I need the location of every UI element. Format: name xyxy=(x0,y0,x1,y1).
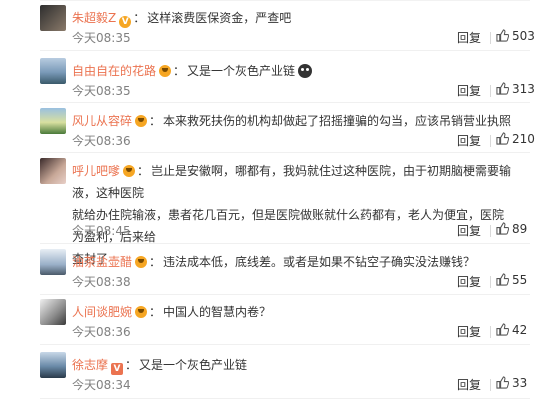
reply-button[interactable]: 回复 xyxy=(457,323,481,340)
comment-time: 今天08:34 xyxy=(72,378,131,392)
comment-divider xyxy=(40,294,530,295)
avatar[interactable] xyxy=(40,58,66,84)
avatar[interactable] xyxy=(40,5,66,31)
comment-meta: 今天08:45 回复 89 xyxy=(72,222,532,240)
thumbs-up-icon xyxy=(496,222,509,235)
meta-divider xyxy=(490,276,491,288)
vip-badge-icon: V xyxy=(111,363,124,375)
avatar[interactable] xyxy=(40,108,66,134)
comment-text-line: 油茶盐壶醋：违法成本低，底线差。或者是如果不钻空子确实没法赚钱？ xyxy=(72,255,476,269)
comment-time: 今天08:36 xyxy=(72,325,131,339)
comment-body: 又是一个灰色产业链 xyxy=(139,358,248,372)
like-count: 503 xyxy=(512,29,535,43)
meta-divider xyxy=(490,326,491,338)
avatar[interactable] xyxy=(40,158,66,184)
comment-meta: 今天08:35 回复 503 xyxy=(72,29,535,47)
user-badge-icon xyxy=(123,165,136,177)
comment-time: 今天08:45 xyxy=(72,224,131,238)
vip-badge-icon: V xyxy=(119,16,132,28)
thumbs-up-icon xyxy=(496,273,509,286)
comment-divider xyxy=(40,152,530,153)
thumbs-up-icon xyxy=(496,323,509,336)
comment-meta: 今天08:35 回复 313 xyxy=(72,82,535,100)
like-button[interactable]: 55 xyxy=(496,273,527,287)
username-link[interactable]: 风儿从容碎 xyxy=(72,114,132,128)
thumbs-up-icon xyxy=(496,376,509,389)
comment-divider xyxy=(40,344,530,345)
comment-text-line: 人间谈肥婉：中国人的智慧内卷？ xyxy=(72,305,272,319)
avatar[interactable] xyxy=(40,249,66,275)
like-count: 313 xyxy=(512,82,535,96)
like-count: 55 xyxy=(512,273,528,287)
comment-time: 今天08:35 xyxy=(72,84,131,98)
comment-meta: 今天08:38 回复 55 xyxy=(72,273,532,291)
like-button[interactable]: 89 xyxy=(496,222,527,236)
reply-button[interactable]: 回复 xyxy=(457,132,481,149)
like-button[interactable]: 313 xyxy=(496,82,535,96)
emoji-icon xyxy=(298,64,313,78)
comment-text-line: 徐志摩 V：又是一个灰色产业链 xyxy=(72,358,248,375)
reply-button[interactable]: 回复 xyxy=(457,222,481,239)
thumbs-up-icon xyxy=(496,29,509,42)
comment-body: 违法成本低，底线差。或者是如果不钻空子确实没法赚钱？ xyxy=(163,255,476,269)
user-badge-icon xyxy=(135,115,148,127)
comment-text-line: 风儿从容碎：本来救死扶伤的机构却做起了招摇撞骗的勾当，应该吊销营业执照 xyxy=(72,114,512,128)
username-link[interactable]: 朱超毅Z xyxy=(72,11,116,25)
top-divider xyxy=(40,0,530,1)
user-badge-icon xyxy=(135,306,148,318)
comment-divider xyxy=(40,243,530,244)
like-count: 33 xyxy=(512,376,528,390)
user-badge-icon xyxy=(159,65,172,77)
comment-divider xyxy=(40,50,530,51)
reply-button[interactable]: 回复 xyxy=(457,376,481,393)
comment-body: 又是一个灰色产业链 xyxy=(187,64,296,78)
reply-button[interactable]: 回复 xyxy=(457,273,481,290)
comment-time: 今天08:35 xyxy=(72,31,131,45)
comment-time: 今天08:36 xyxy=(72,134,131,148)
comment-body: 本来救死扶伤的机构却做起了招摇撞骗的勾当，应该吊销营业执照 xyxy=(163,114,512,128)
avatar[interactable] xyxy=(40,299,66,325)
username-link[interactable]: 油茶盐壶醋 xyxy=(72,255,132,269)
comment-text-line: 自由自在的花路：又是一个灰色产业链 xyxy=(72,60,512,82)
comment-text-line: 朱超毅Z V：这样滚费医保资金，严查吧 xyxy=(72,11,292,28)
meta-divider xyxy=(490,85,491,97)
like-button[interactable]: 503 xyxy=(496,29,535,43)
comment-time: 今天08:38 xyxy=(72,275,131,289)
thumbs-up-icon xyxy=(496,82,509,95)
meta-divider xyxy=(490,379,491,391)
like-count: 89 xyxy=(512,222,528,236)
reply-button[interactable]: 回复 xyxy=(457,29,481,46)
avatar[interactable] xyxy=(40,352,66,378)
comment-divider xyxy=(40,398,530,399)
comment-divider xyxy=(40,102,530,103)
reply-button[interactable]: 回复 xyxy=(457,82,481,99)
comment-meta: 今天08:36 回复 210 xyxy=(72,132,535,150)
comment-body: 这样滚费医保资金，严查吧 xyxy=(147,11,292,25)
user-badge-icon xyxy=(135,256,148,268)
like-button[interactable]: 33 xyxy=(496,376,527,390)
meta-divider xyxy=(490,135,491,147)
like-count: 42 xyxy=(512,323,528,337)
like-button[interactable]: 210 xyxy=(496,132,535,146)
comment-body: 中国人的智慧内卷？ xyxy=(163,305,272,319)
meta-divider xyxy=(490,225,491,237)
like-count: 210 xyxy=(512,132,535,146)
username-link[interactable]: 人间谈肥婉 xyxy=(72,305,132,319)
like-button[interactable]: 42 xyxy=(496,323,527,337)
comment-meta: 今天08:36 回复 42 xyxy=(72,323,532,341)
thumbs-up-icon xyxy=(496,132,509,145)
meta-divider xyxy=(490,32,491,44)
username-link[interactable]: 自由自在的花路 xyxy=(72,64,156,78)
username-link[interactable]: 徐志摩 xyxy=(72,358,108,372)
comment-meta: 今天08:34 回复 33 xyxy=(72,376,532,394)
username-link[interactable]: 呼儿吧嗲 xyxy=(72,164,120,178)
